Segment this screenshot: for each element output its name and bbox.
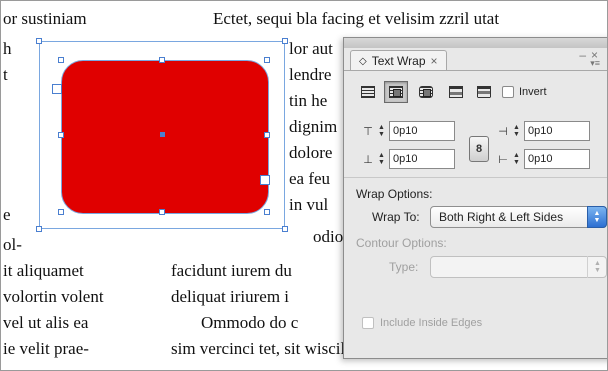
right-line: ea feu — [289, 169, 331, 188]
section-divider — [344, 177, 607, 178]
right-line: dolore — [289, 143, 333, 162]
tab-text-wrap[interactable]: ◇ Text Wrap × — [350, 50, 447, 71]
wrap-to-value: Both Right & Left Sides — [439, 210, 564, 224]
include-inside-edges-label: Include Inside Edges — [380, 317, 483, 329]
wrap-around-bounding-box-button[interactable] — [384, 81, 408, 103]
top-offset-control: ⊤ ▲ ▼ 0p10 — [362, 120, 458, 142]
close-tab-icon[interactable]: × — [431, 54, 438, 68]
right-offset-icon: ⊢ — [498, 153, 508, 166]
right-line: dignim — [289, 117, 338, 136]
selection-handle[interactable] — [159, 57, 165, 63]
collapse-icon[interactable]: ◇ — [359, 56, 367, 67]
left-line: ie velit prae- — [3, 339, 89, 358]
bottom-offset-stepper[interactable]: ▲ ▼ — [377, 151, 386, 167]
right-line: in vul — [289, 195, 329, 214]
wrap-to-label: Wrap To: — [372, 210, 420, 224]
selection-handle[interactable] — [264, 209, 270, 215]
wrap-around-object-shape-icon — [419, 86, 433, 98]
left-offset-stepper[interactable]: ▲ ▼ — [512, 123, 521, 139]
contour-type-select[interactable]: ▲ ▼ — [430, 256, 607, 278]
bottom-offset-field[interactable]: 0p10 — [389, 149, 455, 169]
bottom-line: facidunt iurem du — [171, 261, 292, 280]
selection-handle[interactable] — [264, 57, 270, 63]
wrap-boundary-handle[interactable] — [36, 226, 42, 232]
top-offset-stepper[interactable]: ▲ ▼ — [377, 123, 386, 139]
bottom-offset-control: ⊥ ▲ ▼ 0p10 — [362, 148, 458, 170]
invert-checkbox[interactable] — [502, 86, 514, 98]
text-wrap-panel: – × ◇ Text Wrap × ▾≡ Invert ⊤ ▲ ▼ 0p10 ⊥… — [343, 37, 607, 359]
wrap-to-select[interactable]: Both Right & Left Sides ▲ ▼ — [430, 206, 607, 228]
no-text-wrap-button[interactable] — [356, 81, 380, 103]
right-line: lendre — [289, 65, 332, 84]
wrap-options-title: Wrap Options: — [356, 187, 433, 201]
selection-handle[interactable] — [58, 132, 64, 138]
chevron-updown-icon: ▲ ▼ — [587, 256, 607, 278]
bottom-line: deliquat iriurem i — [171, 287, 290, 306]
top-offset-icon: ⊤ — [363, 125, 373, 138]
jump-to-next-column-button[interactable] — [472, 81, 496, 103]
invert-label: Invert — [519, 86, 547, 98]
wrap-around-object-shape-button[interactable] — [414, 81, 438, 103]
left-line: or sustiniam — [3, 9, 87, 28]
shape-center-point — [160, 132, 165, 137]
left-line: h — [3, 39, 12, 58]
corner-radius-handle[interactable] — [52, 84, 62, 94]
selected-rounded-rectangle[interactable] — [61, 60, 269, 214]
wrap-boundary-handle[interactable] — [282, 38, 288, 44]
left-line: ol- — [3, 235, 22, 254]
chain-link-icon: 8 — [475, 143, 483, 155]
minimize-panel-button[interactable]: – — [579, 48, 586, 62]
left-line: volortin volent — [3, 287, 104, 306]
panel-menu-icon[interactable]: ▾≡ — [590, 58, 600, 69]
left-line: it aliquamet — [3, 261, 84, 280]
right-line: tin he — [289, 91, 328, 110]
chevron-updown-icon: ▲ ▼ — [587, 206, 607, 228]
left-line: vel ut alis ea — [3, 313, 89, 332]
selection-handle[interactable] — [58, 209, 64, 215]
bottom-offset-icon: ⊥ — [363, 153, 373, 166]
left-line: e — [3, 205, 11, 224]
selection-handle[interactable] — [264, 132, 270, 138]
wrap-boundary-handle[interactable] — [36, 38, 42, 44]
jump-object-icon — [449, 86, 463, 98]
wrap-around-bounding-box-icon — [389, 86, 403, 98]
selection-handle[interactable] — [58, 57, 64, 63]
left-offset-field[interactable]: 0p10 — [524, 121, 590, 141]
contour-options-title: Contour Options: — [356, 236, 447, 250]
panel-title-bar[interactable] — [344, 38, 607, 48]
right-offset-stepper[interactable]: ▲ ▼ — [512, 151, 521, 167]
right-top-line: Ectet, sequi bla facing et velisim zzril… — [213, 9, 500, 28]
left-offset-icon: ⊣ — [498, 125, 508, 138]
left-line: t — [3, 65, 8, 84]
tab-strip-divider — [344, 70, 607, 71]
type-label: Type: — [389, 260, 419, 274]
tab-label: Text Wrap — [371, 54, 426, 68]
bottom-line: Ommodo do c — [201, 313, 299, 332]
make-all-settings-same-button[interactable]: 8 — [469, 136, 489, 162]
wrap-boundary-handle[interactable] — [282, 226, 288, 232]
right-offset-control: ⊢ ▲ ▼ 0p10 — [497, 148, 593, 170]
jump-object-button[interactable] — [444, 81, 468, 103]
top-offset-field[interactable]: 0p10 — [389, 121, 455, 141]
jump-to-next-column-icon — [477, 86, 491, 98]
selection-handle[interactable] — [159, 209, 165, 215]
corner-radius-handle[interactable] — [260, 175, 270, 185]
document-frame: or sustiniam h t e ol- it aliquamet volo… — [0, 0, 608, 371]
right-offset-field[interactable]: 0p10 — [524, 149, 590, 169]
no-text-wrap-icon — [361, 86, 375, 98]
left-offset-control: ⊣ ▲ ▼ 0p10 — [497, 120, 593, 142]
right-line: lor aut — [289, 39, 333, 58]
include-inside-edges-checkbox[interactable] — [362, 317, 374, 329]
